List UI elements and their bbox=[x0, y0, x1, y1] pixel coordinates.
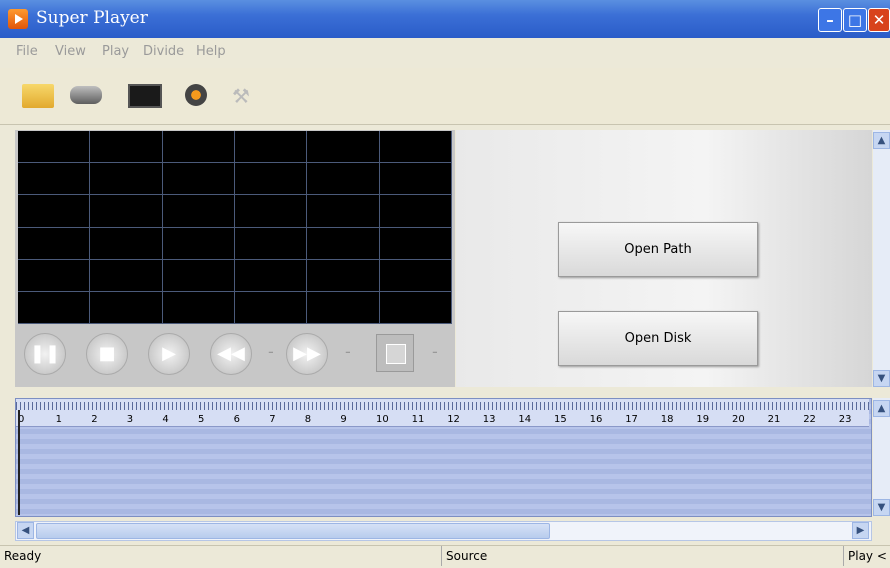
menu-file[interactable]: File bbox=[16, 44, 38, 59]
timeline-scroll-up-arrow[interactable]: ▲ bbox=[873, 400, 890, 417]
tools-icon[interactable]: ⚒ bbox=[232, 84, 254, 108]
minimize-button[interactable]: – bbox=[818, 8, 842, 32]
menu-bar bbox=[0, 40, 890, 64]
horizontal-scroll-thumb[interactable] bbox=[36, 523, 550, 539]
monitor-icon[interactable] bbox=[128, 84, 162, 108]
ruler-minor-ticks bbox=[16, 402, 869, 410]
scroll-down-arrow[interactable]: ▼ bbox=[873, 370, 890, 387]
menu-play[interactable]: Play bbox=[102, 44, 129, 59]
separator: - bbox=[345, 342, 351, 361]
settings-icon[interactable] bbox=[185, 84, 207, 106]
scroll-right-arrow[interactable]: ▶ bbox=[852, 522, 869, 539]
timeline-playhead[interactable] bbox=[18, 410, 20, 515]
timeline-tick-label: 9 bbox=[340, 414, 347, 425]
maximize-button[interactable]: □ bbox=[843, 8, 867, 32]
timeline-tick-label: 10 bbox=[376, 414, 389, 425]
timeline-tick-label: 4 bbox=[162, 414, 169, 425]
status-bar bbox=[0, 545, 890, 568]
status-ready: Ready bbox=[4, 549, 42, 563]
timeline-tick-label: 2 bbox=[91, 414, 98, 425]
rewind-button[interactable]: ◀◀ bbox=[210, 333, 252, 375]
vertical-scrollbar[interactable] bbox=[873, 130, 890, 387]
snapshot-button[interactable] bbox=[376, 334, 414, 372]
timeline-tick-label: 21 bbox=[767, 414, 781, 425]
stop-button[interactable]: ■ bbox=[86, 333, 128, 375]
timeline-tick-label: 15 bbox=[554, 414, 567, 425]
separator: - bbox=[268, 342, 274, 361]
timeline-tick-label: 8 bbox=[304, 414, 312, 425]
timeline-tick-label: 22 bbox=[803, 414, 816, 425]
timeline-tick-label: 11 bbox=[411, 414, 425, 425]
timeline-tick-label: 18 bbox=[660, 414, 674, 425]
menu-help[interactable]: Help bbox=[196, 44, 226, 59]
drive-icon[interactable] bbox=[70, 86, 102, 104]
fast-forward-button[interactable]: ▶▶ bbox=[286, 333, 328, 375]
app-icon bbox=[8, 9, 28, 29]
timeline-tick-label: 3 bbox=[126, 414, 134, 425]
video-grid[interactable] bbox=[18, 131, 452, 324]
window-title: Super Player bbox=[36, 8, 148, 28]
menu-view[interactable]: View bbox=[55, 44, 86, 59]
timeline-tick-label: 17 bbox=[625, 414, 638, 425]
menu-divide[interactable]: Divide bbox=[143, 44, 184, 59]
timeline-tick-label: 13 bbox=[482, 414, 496, 425]
timeline-tick-label: 6 bbox=[233, 414, 240, 425]
open-disk-button[interactable]: Open Disk bbox=[558, 311, 758, 366]
scroll-up-arrow[interactable]: ▲ bbox=[873, 132, 890, 149]
timeline-tick-label: 19 bbox=[696, 414, 710, 425]
scroll-left-arrow[interactable]: ◀ bbox=[17, 522, 34, 539]
timeline-tick-label: 23 bbox=[838, 414, 852, 425]
play-button[interactable]: ▶ bbox=[148, 333, 190, 375]
open-path-button[interactable]: Open Path bbox=[558, 222, 758, 277]
timeline-tick-label: 1 bbox=[55, 414, 62, 425]
timeline-tick-label: 7 bbox=[269, 414, 276, 425]
status-play: Play < bbox=[848, 549, 887, 563]
timeline-tick-label: 5 bbox=[198, 414, 205, 425]
timeline-tick-label: 20 bbox=[732, 414, 745, 425]
status-source: Source bbox=[446, 549, 488, 563]
timeline-tick-label: 14 bbox=[518, 414, 532, 425]
folder-icon[interactable] bbox=[22, 84, 54, 108]
status-separator bbox=[441, 546, 442, 566]
timeline-scroll-down-arrow[interactable]: ▼ bbox=[873, 499, 890, 516]
timeline-tick-label: 12 bbox=[447, 414, 460, 425]
pause-button[interactable]: ❚❚ bbox=[24, 333, 66, 375]
separator: - bbox=[432, 342, 438, 361]
timeline-tick-label: 16 bbox=[589, 414, 603, 425]
close-button[interactable]: ✕ bbox=[868, 8, 890, 32]
status-separator bbox=[843, 546, 844, 566]
